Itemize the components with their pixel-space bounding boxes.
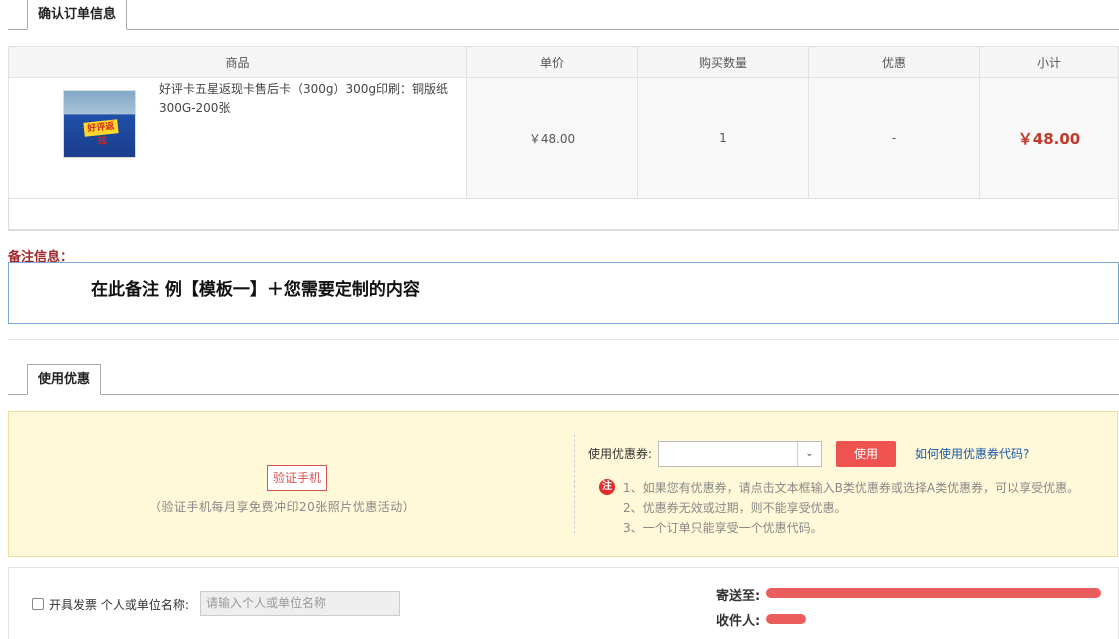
ship-to-label: 寄送至: xyxy=(716,589,761,604)
use-coupon-button[interactable]: 使用 xyxy=(836,441,896,467)
coupon-panel: 验证手机 （验证手机每月享免费冲印20张照片优惠活动） 使用优惠券: ⌄ 使用 … xyxy=(8,411,1118,557)
tab-use-coupon[interactable]: 使用优惠 xyxy=(27,364,102,395)
invoice-checkbox[interactable] xyxy=(32,598,44,610)
divider xyxy=(8,339,1119,340)
unit-price: ￥48.00 xyxy=(466,77,638,199)
col-header-subtotal: 小计 xyxy=(979,46,1119,78)
col-header-product: 商品 xyxy=(8,46,467,78)
divider xyxy=(8,230,1119,231)
subtotal-value: ￥48.00 xyxy=(1017,129,1081,148)
invoice-shipping-panel: 开具发票 个人或单位名称: 请输入个人或单位名称 寄送至: 收件人: xyxy=(8,567,1119,639)
invoice-name-input[interactable]: 请输入个人或单位名称 xyxy=(200,591,400,616)
remark-text: 在此备注 例【模板一】＋您需要定制的内容 xyxy=(91,280,420,300)
col-header-price: 单价 xyxy=(466,46,638,78)
product-name[interactable]: 好评卡五星返现卡售后卡（300g）300g印刷：铜版纸300G-200张 xyxy=(159,80,449,118)
col-header-quantity: 购买数量 xyxy=(637,46,809,78)
product-thumbnail[interactable]: 好评返现 xyxy=(63,90,136,158)
product-cell: 好评返现 好评卡五星返现卡售后卡（300g）300g印刷：铜版纸300G-200… xyxy=(8,77,467,199)
coupon-note-item: 3、一个订单只能享受一个优惠代码。 xyxy=(623,521,823,535)
confirm-order-header: 确认订单信息 xyxy=(8,0,1119,30)
subtotal: ￥48.00 xyxy=(979,77,1119,199)
quantity: 1 xyxy=(637,77,809,199)
tab-confirm-order[interactable]: 确认订单信息 xyxy=(27,0,128,30)
coupon-select-label: 使用优惠券: xyxy=(588,447,653,461)
col-header-discount: 优惠 xyxy=(808,46,980,78)
table-footer-row xyxy=(8,198,1119,230)
redacted-receiver xyxy=(766,614,806,624)
coupon-note-item: 2、优惠券无效或过期，则不能享受优惠。 xyxy=(623,501,847,515)
order-table: 商品 单价 购买数量 优惠 小计 好评返现 好评卡五星返现卡售后卡（300g）3… xyxy=(8,46,1119,199)
coupon-note-item: 1、如果您有优惠券，请点击文本框输入B类优惠券或选择A类优惠券，可以享受优惠。 xyxy=(623,481,1080,495)
invoice-checkbox-label: 开具发票 个人或单位名称: xyxy=(49,598,189,612)
coupon-select[interactable]: ⌄ xyxy=(658,441,822,467)
remark-textarea[interactable]: 在此备注 例【模板一】＋您需要定制的内容 xyxy=(8,262,1119,324)
coupon-header: 使用优惠 xyxy=(8,364,1119,395)
thumbnail-badge: 好评返现 xyxy=(83,119,119,147)
table-row: 好评返现 好评卡五星返现卡售后卡（300g）300g印刷：铜版纸300G-200… xyxy=(8,77,1119,199)
discount: - xyxy=(808,77,980,199)
verify-phone-button[interactable]: 验证手机 xyxy=(267,465,327,491)
verify-phone-description: （验证手机每月享免费冲印20张照片优惠活动） xyxy=(149,500,416,514)
coupon-notes: 1、如果您有优惠券，请点击文本框输入B类优惠券或选择A类优惠券，可以享受优惠。 … xyxy=(623,478,1079,538)
divider xyxy=(574,434,575,534)
note-icon: 注 xyxy=(599,479,615,495)
chevron-down-icon[interactable]: ⌄ xyxy=(797,442,821,466)
receiver-label: 收件人: xyxy=(716,614,761,629)
redacted-address xyxy=(766,588,1101,598)
coupon-help-link[interactable]: 如何使用优惠券代码? xyxy=(915,445,1029,462)
